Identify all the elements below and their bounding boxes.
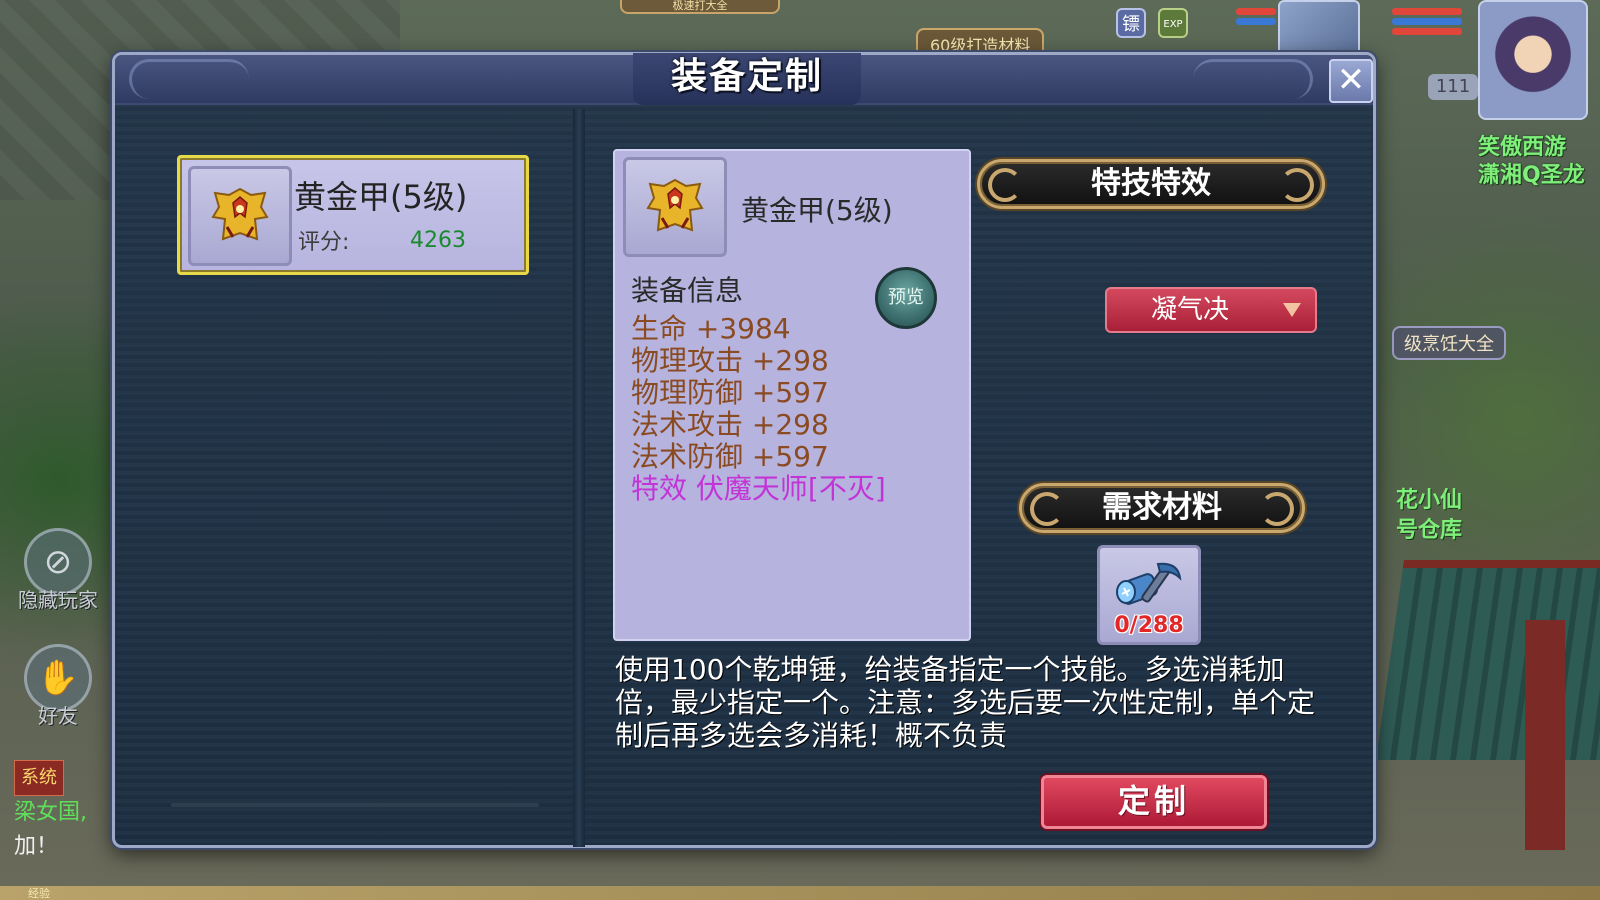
detail-equipment-name: 黄金甲(5级) [741, 194, 893, 227]
chat-line: 加！ [14, 834, 59, 859]
exp-bar-label: 经验 [28, 887, 50, 900]
top-banner[interactable]: 极速打大全 [620, 0, 780, 14]
exp-icon[interactable]: EXP [1158, 8, 1188, 38]
list-scrollbar[interactable] [171, 803, 539, 807]
stat-row: 生命 +3984 [631, 312, 791, 345]
server-name: 笑傲西游 潇湘Q圣龙 [1478, 134, 1600, 190]
exp-bar: 经验 [0, 886, 1600, 900]
server-name-line2: 潇湘Q圣龙 [1478, 163, 1585, 188]
customize-description: 使用100个乾坤锤，给装备指定一个技能。多选消耗加倍，最少指定一个。注意：多选后… [615, 653, 1316, 752]
player-mp-bar [1392, 18, 1462, 25]
npc-name-line2: 号仓库 [1396, 518, 1463, 543]
chat-panel[interactable]: 系统 梁女国, 加！ [14, 760, 114, 864]
hammer-icon [1116, 562, 1182, 605]
npc-label[interactable]: 级烹饪大全 [1392, 326, 1506, 360]
equipment-detail-card: 黄金甲(5级) 装备信息 预览 生命 +3984 物理攻击 +298 物理防御 … [613, 149, 971, 641]
pet-status-bars [1236, 8, 1276, 28]
escort-icon[interactable]: 镖 [1116, 8, 1146, 38]
customize-button[interactable]: 定制 [1041, 775, 1267, 829]
equipment-list-item[interactable]: 黄金甲(5级) 评分: 4263 [177, 155, 529, 275]
hide-players-label: 隐藏玩家 [18, 588, 98, 612]
material-slot[interactable]: 0/288 [1097, 545, 1201, 645]
header-ornament-left [129, 59, 249, 99]
skill-dropdown[interactable]: 凝气决 [1105, 287, 1317, 333]
skill-dropdown-value: 凝气决 [1151, 295, 1230, 325]
special-effect: 特效 伏魔天师[不灭] [631, 472, 886, 505]
dialog-header: 装备定制 ✕ [115, 53, 1373, 105]
equipment-customize-dialog: 装备定制 ✕ 黄金甲(5级) 评分: 4263 黄金甲(5级) 装备信息 预览 … [112, 52, 1376, 848]
chat-line: 梁女国, [14, 800, 87, 825]
close-icon[interactable]: ✕ [1329, 59, 1373, 103]
player-rage-bar [1392, 28, 1462, 35]
armor-glyph [211, 187, 269, 241]
material-count: 0/288 [1114, 613, 1184, 638]
stat-row: 法术攻击 +298 [631, 408, 829, 441]
stat-row: 物理防御 +597 [631, 376, 829, 409]
equipment-name: 黄金甲(5级) [294, 178, 468, 216]
stat-row: 法术防御 +597 [631, 440, 829, 473]
pet-mp-bar [1236, 18, 1276, 25]
armor-glyph [646, 178, 704, 232]
player-avatar[interactable] [1478, 0, 1588, 120]
player-hp-bar [1392, 8, 1462, 15]
required-materials-banner: 需求材料 [1019, 483, 1305, 533]
server-name-line1: 笑傲西游 [1478, 135, 1567, 160]
npc-name-line1: 花小仙 [1396, 488, 1463, 513]
top-banner-label: 极速打大全 [672, 0, 728, 12]
equipment-info-header: 装备信息 [631, 274, 744, 307]
hide-players-button[interactable]: ⊘ 隐藏玩家 [14, 528, 102, 616]
system-tag: 系统 [14, 760, 64, 796]
skill-effect-banner: 特技特效 [977, 159, 1325, 209]
dialog-title: 装备定制 [633, 53, 861, 105]
building-pillar [1525, 620, 1565, 850]
header-ornament-right [1193, 59, 1313, 99]
building-roof [1375, 560, 1600, 760]
stat-row: 物理攻击 +298 [631, 344, 829, 377]
pet-portrait[interactable] [1278, 0, 1360, 58]
golden-armor-icon [188, 166, 292, 266]
golden-armor-icon [623, 157, 727, 257]
score-label: 评分: [298, 230, 350, 255]
stats-list: 生命 +3984 物理攻击 +298 物理防御 +597 法术攻击 +298 法… [631, 313, 886, 505]
chevron-down-icon [1283, 303, 1301, 317]
pet-hp-bar [1236, 8, 1276, 15]
friends-label: 好友 [38, 704, 78, 728]
panel-divider [573, 109, 585, 847]
friends-button[interactable]: ✋ 好友 [14, 644, 102, 732]
score-value: 4263 [410, 228, 466, 253]
npc-name[interactable]: 花小仙 号仓库 [1396, 486, 1462, 546]
player-status-bars [1392, 8, 1462, 38]
player-level: 111 [1428, 74, 1478, 100]
